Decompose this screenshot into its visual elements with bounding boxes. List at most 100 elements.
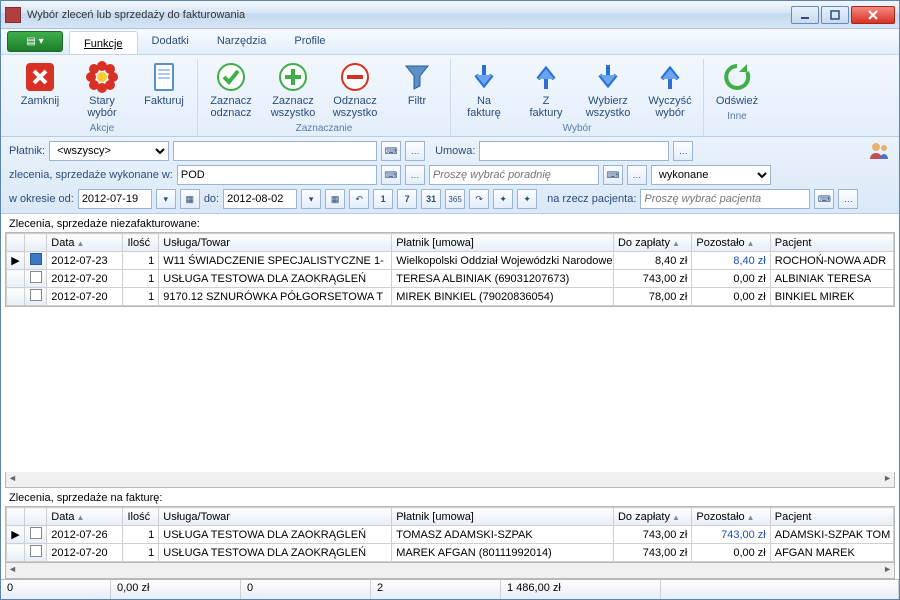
- range-1-button[interactable]: 1: [373, 189, 393, 209]
- row-checkbox[interactable]: [24, 252, 46, 270]
- minimize-button[interactable]: [791, 6, 819, 24]
- wykonane-w-input[interactable]: [177, 165, 377, 185]
- menu-tab-funkcje[interactable]: Funkcje: [69, 31, 138, 54]
- pacjent-keyboard-button[interactable]: ⌨: [814, 189, 834, 209]
- range-extra2-button[interactable]: ✦: [517, 189, 537, 209]
- date-to-cal[interactable]: ▦: [325, 189, 345, 209]
- ribbon-na-fakturę[interactable]: Nafakturę: [457, 59, 511, 121]
- bottom-grid[interactable]: Data▲IlośćUsługa/TowarPłatnik [umowa]Do …: [5, 506, 895, 563]
- range-365-button[interactable]: 365: [445, 189, 465, 209]
- col-header[interactable]: Do zapłaty▲: [613, 508, 691, 526]
- menu-tab-profile[interactable]: Profile: [280, 29, 339, 54]
- date-from-input[interactable]: [78, 189, 152, 209]
- menu-tabs: FunkcjeDodatkiNarzędziaProfile: [69, 29, 340, 54]
- bottom-grid-hscroll[interactable]: [5, 563, 895, 579]
- umowa-input[interactable]: [479, 141, 669, 161]
- col-header[interactable]: Usługa/Towar: [159, 508, 392, 526]
- app-window: Wybór zleceń lub sprzedaży do fakturowan…: [0, 0, 900, 600]
- col-header[interactable]: Pacjent: [770, 508, 893, 526]
- col-header[interactable]: Pacjent: [770, 234, 893, 252]
- cell-usluga: USŁUGA TESTOWA DLA ZAOKRĄGLEŃ: [159, 526, 392, 544]
- cell-pac: ROCHOŃ-NOWA ADR: [770, 252, 893, 270]
- row-checkbox[interactable]: [24, 288, 46, 306]
- people-icon[interactable]: [867, 139, 891, 163]
- ribbon-label: Filtr: [408, 95, 426, 107]
- col-header[interactable]: Pozostało▲: [692, 508, 770, 526]
- ribbon-zamknij[interactable]: Zamknij: [13, 59, 67, 121]
- nav-next-button[interactable]: ↷: [469, 189, 489, 209]
- pacjent-browse-button[interactable]: [838, 189, 858, 209]
- date-to-input[interactable]: [223, 189, 297, 209]
- platnik-label: Płatnik:: [9, 145, 45, 157]
- ribbon-filtr[interactable]: Filtr: [390, 59, 444, 121]
- platnik-browse-button[interactable]: [405, 141, 425, 161]
- cell-pac: ALBINIAK TERESA: [770, 270, 893, 288]
- row-checkbox[interactable]: [24, 544, 46, 562]
- row-indicator: [7, 270, 25, 288]
- date-from-spin[interactable]: ▾: [156, 189, 176, 209]
- pacjent-input[interactable]: [640, 189, 810, 209]
- umowa-browse-button[interactable]: [673, 141, 693, 161]
- col-header[interactable]: Ilość: [123, 508, 159, 526]
- col-header[interactable]: Płatnik [umowa]: [392, 508, 614, 526]
- poradnia-input[interactable]: [429, 165, 599, 185]
- table-row[interactable]: 2012-07-201USŁUGA TESTOWA DLA ZAOKRĄGLEŃ…: [7, 544, 894, 562]
- menu-tab-dodatki[interactable]: Dodatki: [138, 29, 203, 54]
- ribbon-z-faktury[interactable]: Zfaktury: [519, 59, 573, 121]
- col-header[interactable]: Data▲: [47, 234, 123, 252]
- date-from-cal[interactable]: ▦: [180, 189, 200, 209]
- range-7-button[interactable]: 7: [397, 189, 417, 209]
- doc-icon: [148, 61, 180, 93]
- platnik-keyboard-button[interactable]: ⌨: [381, 141, 401, 161]
- col-header[interactable]: Płatnik [umowa]: [392, 234, 614, 252]
- ribbon-odznacz-wszystko[interactable]: Odznaczwszystko: [328, 59, 382, 121]
- minus-icon: [339, 61, 371, 93]
- wykonane-w-keyboard-button[interactable]: ⌨: [381, 165, 401, 185]
- arrow-up-icon: [654, 61, 686, 93]
- col-header[interactable]: Do zapłaty▲: [613, 234, 691, 252]
- col-header[interactable]: [7, 508, 25, 526]
- table-row[interactable]: 2012-07-201USŁUGA TESTOWA DLA ZAOKRĄGLEŃ…: [7, 270, 894, 288]
- menu-tab-narzędzia[interactable]: Narzędzia: [203, 29, 281, 54]
- maximize-button[interactable]: [821, 6, 849, 24]
- ribbon-zaznacz-wszystko[interactable]: Zaznaczwszystko: [266, 59, 320, 121]
- file-menu-button[interactable]: ▤ ▾: [7, 31, 63, 52]
- platnik-select[interactable]: <wszyscy>: [49, 141, 169, 161]
- cell-data: 2012-07-26: [47, 526, 123, 544]
- refresh-icon: [721, 61, 753, 93]
- status-select[interactable]: wykonane: [651, 165, 771, 185]
- platnik-lookup-input[interactable]: [173, 141, 377, 161]
- top-grid[interactable]: Data▲IlośćUsługa/TowarPłatnik [umowa]Do …: [5, 232, 895, 307]
- close-button[interactable]: [851, 6, 895, 24]
- row-indicator: [7, 544, 25, 562]
- ribbon-zaznacz-odznacz[interactable]: Zaznaczodznacz: [204, 59, 258, 121]
- table-row[interactable]: ▶2012-07-261USŁUGA TESTOWA DLA ZAOKRĄGLE…: [7, 526, 894, 544]
- date-to-spin[interactable]: ▾: [301, 189, 321, 209]
- row-checkbox[interactable]: [24, 270, 46, 288]
- ribbon-wybierz-wszystko[interactable]: Wybierzwszystko: [581, 59, 635, 121]
- ribbon-stary-wybór[interactable]: Starywybór: [75, 59, 129, 121]
- table-row[interactable]: ▶2012-07-231W11 ŚWIADCZENIE SPECJALISTYC…: [7, 252, 894, 270]
- nav-prev-button[interactable]: ↶: [349, 189, 369, 209]
- cell-pac: BINKIEL MIREK: [770, 288, 893, 306]
- wykonane-w-browse-button[interactable]: [405, 165, 425, 185]
- row-checkbox[interactable]: [24, 526, 46, 544]
- ribbon-fakturuj[interactable]: Fakturuj: [137, 59, 191, 121]
- col-header[interactable]: Usługa/Towar: [159, 234, 392, 252]
- cell-pac: AFGAN MAREK: [770, 544, 893, 562]
- top-grid-hscroll[interactable]: [5, 472, 895, 488]
- col-header[interactable]: [24, 508, 46, 526]
- col-header[interactable]: Data▲: [47, 508, 123, 526]
- range-31-button[interactable]: 31: [421, 189, 441, 209]
- col-header[interactable]: Pozostało▲: [692, 234, 770, 252]
- col-header[interactable]: [7, 234, 25, 252]
- ribbon-odśwież[interactable]: Odśwież: [710, 59, 764, 109]
- col-header[interactable]: Ilość: [123, 234, 159, 252]
- table-row[interactable]: 2012-07-2019170.12 SZNURÓWKA PÓŁGORSETOW…: [7, 288, 894, 306]
- poradnia-keyboard-button[interactable]: ⌨: [603, 165, 623, 185]
- col-header[interactable]: [24, 234, 46, 252]
- cell-poz: 0,00 zł: [692, 288, 770, 306]
- poradnia-browse-button[interactable]: [627, 165, 647, 185]
- range-extra1-button[interactable]: ✦: [493, 189, 513, 209]
- ribbon-wyczyść-wybór[interactable]: Wyczyśćwybór: [643, 59, 697, 121]
